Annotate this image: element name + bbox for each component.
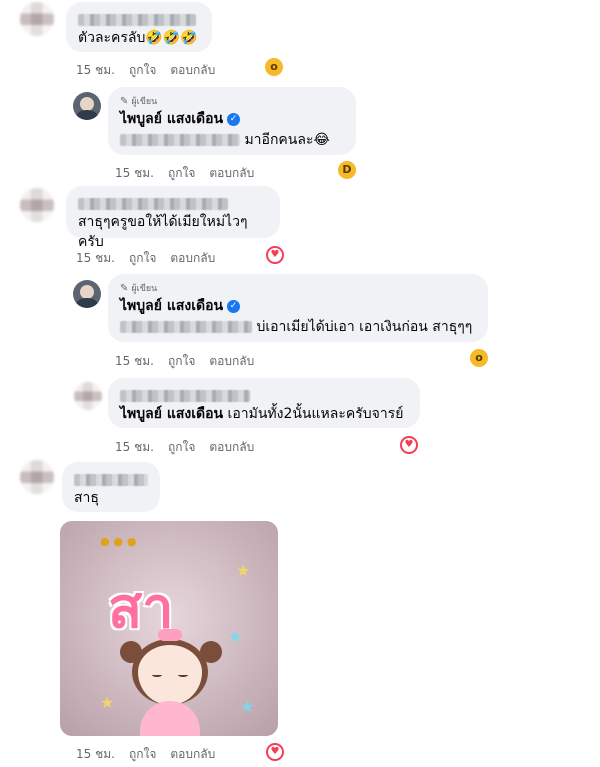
timestamp[interactable]: 15 ชม. bbox=[115, 438, 154, 457]
haha-icon[interactable]: D bbox=[338, 161, 356, 179]
avatar[interactable] bbox=[73, 280, 101, 308]
star-icon: ★ bbox=[240, 697, 255, 716]
commenter-name-redacted[interactable] bbox=[78, 193, 268, 212]
sticker-body bbox=[140, 701, 200, 736]
comment-actions: 15 ชม. ถูกใจ ตอบกลับ bbox=[76, 249, 215, 268]
commenter-name[interactable]: ไพบูลย์ แสงเดือน ✓ bbox=[120, 295, 476, 317]
comment-actions: 15 ชม. ถูกใจ ตอบกลับ bbox=[115, 352, 254, 371]
author-badge: ✎ ผู้เขียน bbox=[120, 282, 158, 295]
comment-bubble: ตัวละครลับ🤣🤣🤣 bbox=[66, 2, 212, 52]
star-icon: ★ bbox=[236, 561, 251, 580]
like-button[interactable]: ถูกใจ bbox=[168, 438, 195, 457]
timestamp[interactable]: 15 ชม. bbox=[115, 164, 154, 183]
commenter-name-redacted[interactable] bbox=[74, 469, 148, 488]
comment-actions: 15 ชม. ถูกใจ ตอบกลับ bbox=[115, 438, 254, 457]
timestamp[interactable]: 15 ชม. bbox=[76, 61, 115, 80]
comment-bubble: สาธุ bbox=[62, 462, 160, 512]
sticker-eye-left bbox=[152, 673, 162, 677]
comment-text: สาธุ bbox=[74, 490, 99, 506]
verified-badge-icon: ✓ bbox=[227, 112, 241, 126]
like-button[interactable]: ถูกใจ bbox=[168, 352, 195, 371]
reply-button[interactable]: ตอบกลับ bbox=[170, 61, 215, 80]
love-icon[interactable]: ♥ bbox=[266, 743, 284, 761]
wow-icon[interactable]: o bbox=[265, 58, 283, 76]
wow-icon[interactable]: o bbox=[470, 349, 488, 367]
love-icon[interactable]: ♥ bbox=[266, 246, 284, 264]
avatar[interactable] bbox=[20, 2, 54, 36]
commenter-name-redacted[interactable] bbox=[78, 9, 200, 28]
like-button[interactable]: ถูกใจ bbox=[129, 745, 156, 764]
mention-link[interactable]: ไพบูลย์ แสงเดือน bbox=[120, 406, 223, 422]
reply-button[interactable]: ตอบกลับ bbox=[209, 352, 254, 371]
commenter-name[interactable]: ไพบูลย์ แสงเดือน ✓ bbox=[120, 108, 344, 130]
like-button[interactable]: ถูกใจ bbox=[129, 249, 156, 268]
comment-bubble: ✎ ผู้เขียน ไพบูลย์ แสงเดือน ✓ บ่เอาเมียได้… bbox=[108, 274, 488, 342]
like-button[interactable]: ถูกใจ bbox=[168, 164, 195, 183]
sticker-eye-right bbox=[178, 673, 188, 677]
comment-actions: 15 ชม. ถูกใจ ตอบกลับ bbox=[115, 164, 254, 183]
comment-actions: 15 ชม. ถูกใจ ตอบกลับ bbox=[76, 61, 215, 80]
comment-text: ไพบูลย์ แสงเดือน เอามันทั้ง2นั้นแหละครับ… bbox=[120, 406, 404, 422]
avatar[interactable] bbox=[74, 382, 102, 410]
pencil-icon: ✎ bbox=[120, 282, 129, 294]
pencil-icon: ✎ bbox=[120, 95, 129, 107]
comment-bubble: ไพบูลย์ แสงเดือน เอามันทั้ง2นั้นแหละครับ… bbox=[108, 378, 420, 428]
comment-text: สาธุๆครูขอให้ได้เมียใหม่ไวๆครับ bbox=[78, 214, 248, 250]
avatar[interactable] bbox=[20, 460, 54, 494]
comment-text: มาอีกคนละ😂 bbox=[120, 130, 344, 150]
author-badge: ✎ ผู้เขียน bbox=[120, 95, 158, 108]
avatar[interactable] bbox=[20, 188, 54, 222]
comment-bubble: ✎ ผู้เขียน ไพบูลย์ แสงเดือน ✓ มาอีกคนละ😂 bbox=[108, 87, 356, 155]
comment-text: ตัวละครลับ🤣🤣🤣 bbox=[78, 30, 198, 46]
star-icon: ★ bbox=[100, 693, 115, 712]
love-icon[interactable]: ♥ bbox=[400, 436, 418, 454]
comment-actions: 15 ชม. ถูกใจ ตอบกลับ bbox=[76, 745, 215, 764]
reply-button[interactable]: ตอบกลับ bbox=[170, 249, 215, 268]
timestamp[interactable]: 15 ชม. bbox=[115, 352, 154, 371]
sticker-image[interactable]: ● ● ● สา ★ ★ ★ ★ bbox=[60, 521, 278, 736]
like-button[interactable]: ถูกใจ bbox=[129, 61, 156, 80]
comment-text: บ่เอาเมียได้บ่เอา เอาเงินก่อน สาธุๆๆ bbox=[120, 317, 476, 337]
avatar[interactable] bbox=[73, 92, 101, 120]
reply-button[interactable]: ตอบกลับ bbox=[209, 164, 254, 183]
timestamp[interactable]: 15 ชม. bbox=[76, 745, 115, 764]
star-icon: ★ bbox=[228, 627, 243, 646]
commenter-name-redacted[interactable] bbox=[120, 385, 408, 404]
sticker-face bbox=[132, 639, 208, 705]
sticker-bow bbox=[158, 629, 182, 641]
timestamp[interactable]: 15 ชม. bbox=[76, 249, 115, 268]
reply-button[interactable]: ตอบกลับ bbox=[170, 745, 215, 764]
comment-bubble: สาธุๆครูขอให้ได้เมียใหม่ไวๆครับ bbox=[66, 186, 280, 250]
reply-button[interactable]: ตอบกลับ bbox=[209, 438, 254, 457]
verified-badge-icon: ✓ bbox=[227, 299, 241, 313]
sticker-caption: ● ● ● bbox=[100, 535, 137, 548]
